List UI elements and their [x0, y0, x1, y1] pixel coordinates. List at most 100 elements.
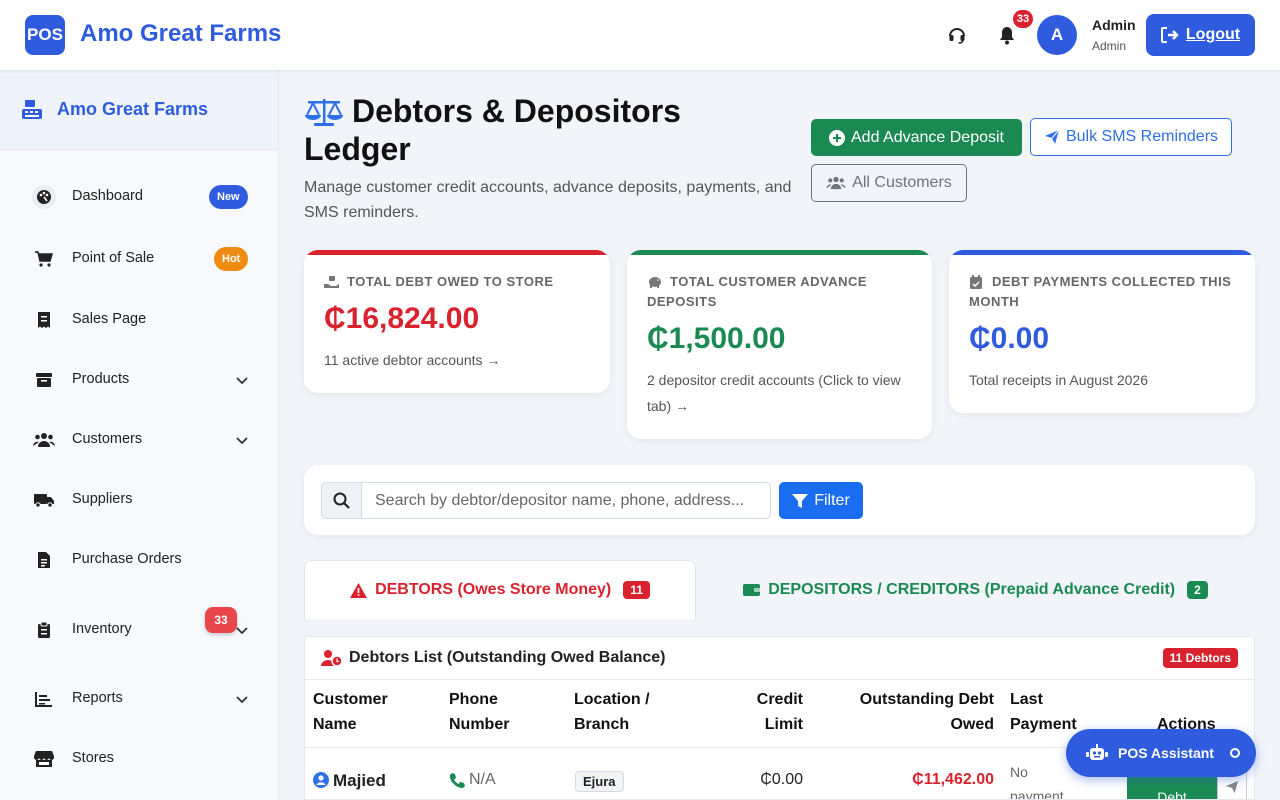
status-dot: [1229, 748, 1240, 758]
tab-debtors-count: 11: [623, 581, 650, 599]
column-header-customer-name[interactable]: Customer Name: [313, 687, 433, 737]
receipt-icon: [32, 308, 56, 332]
stat-value: ₵16,824.00: [324, 302, 480, 335]
column-header-location[interactable]: Location / Branch: [574, 687, 674, 737]
sidebar-item-label: Stores: [72, 750, 114, 766]
notification-badge: 33: [1013, 10, 1033, 28]
logout-button[interactable]: Logout: [1146, 14, 1255, 56]
location-badge: Ejura: [575, 771, 624, 792]
headset-icon[interactable]: [946, 24, 968, 46]
document-icon: [32, 548, 56, 572]
palette-icon: [32, 185, 56, 209]
pos-assistant-button[interactable]: POS Assistant: [1066, 729, 1256, 777]
sidebar-item-label: Suppliers: [72, 491, 133, 507]
column-header-phone-number[interactable]: Phone Number: [449, 687, 549, 737]
debtors-table-header: Debtors List (Outstanding Owed Balance) …: [305, 637, 1254, 680]
page-subtitle: Manage customer credit accounts, advance…: [304, 179, 792, 221]
stat-card-advance-deposits[interactable]: TOTAL CUSTOMER ADVANCE DEPOSITS ₵1,500.0…: [627, 250, 932, 439]
customer-name[interactable]: Majied: [333, 771, 386, 791]
tab-depositors[interactable]: DEPOSITORS / CREDITORS (Prepaid Advance …: [696, 560, 1255, 619]
new-badge: New: [209, 185, 248, 209]
sidebar-header: Amo Great Farms: [0, 70, 278, 150]
sidebar-item-purchase-orders[interactable]: Purchase Orders: [0, 537, 279, 581]
debtors-table-title: Debtors List (Outstanding Owed Balance): [349, 649, 666, 666]
search-icon: [321, 482, 362, 519]
all-customers-label: All Customers: [852, 174, 952, 191]
search-panel: Filter: [304, 465, 1255, 535]
card-accent-bar: [949, 250, 1255, 255]
sidebar-item-dashboard[interactable]: Dashboard New: [0, 174, 279, 218]
sidebar-item-point-of-sale[interactable]: Point of Sale Hot: [0, 236, 279, 280]
sidebar-item-label: Customers: [72, 431, 143, 447]
sidebar-item-customers[interactable]: Customers: [0, 417, 279, 461]
phone-number: N/A: [469, 771, 496, 788]
users-icon: [32, 428, 56, 452]
user-name: Admin: [1092, 17, 1136, 33]
inventory-badge: 33: [205, 607, 237, 633]
logout-label: Logout: [1185, 26, 1241, 43]
card-accent-bar: [627, 250, 932, 255]
chart-icon: [32, 687, 56, 711]
add-advance-deposit-button[interactable]: Add Advance Deposit: [811, 119, 1022, 156]
tab-depositors-count: 2: [1187, 580, 1208, 599]
sidebar-item-label: Point of Sale: [72, 250, 155, 266]
filter-label: Filter: [814, 491, 850, 509]
user-role: Admin: [1092, 39, 1127, 53]
column-header-credit-limit[interactable]: Credit Limit: [725, 687, 803, 737]
pos-logo[interactable]: POS: [25, 15, 65, 55]
sidebar-item-label: Sales Page: [72, 311, 147, 327]
store-icon: [32, 747, 56, 771]
box-icon: [32, 368, 56, 392]
cart-icon: [32, 247, 56, 271]
stat-card-debt-payments[interactable]: DEBT PAYMENTS COLLECTED THIS MONTH ₵0.00…: [949, 250, 1255, 413]
sidebar-item-label: Purchase Orders: [72, 551, 182, 567]
tab-debtors[interactable]: DEBTORS (Owes Store Money) 11: [304, 560, 696, 619]
paper-plane-icon: [1225, 780, 1239, 794]
logout-icon: [1160, 27, 1179, 43]
phone-icon: [449, 772, 465, 793]
column-header-outstanding-debt[interactable]: Outstanding Debt Owed: [835, 687, 994, 737]
clipboard-icon: [32, 618, 56, 642]
tab-debtors-label: DEBTORS (Owes Store Money): [375, 581, 612, 598]
page-title: Debtors & Depositors Ledger: [304, 93, 681, 167]
sidebar-item-reports[interactable]: Reports: [0, 676, 279, 720]
all-customers-button[interactable]: All Customers: [811, 164, 967, 202]
sidebar-item-suppliers[interactable]: Suppliers: [0, 477, 279, 521]
paper-plane-icon: [1044, 129, 1060, 144]
stat-caption: TOTAL DEBT OWED TO STORE: [347, 274, 554, 289]
tab-depositors-label: DEPOSITORS / CREDITORS (Prepaid Advance …: [768, 580, 1176, 598]
user-clock-icon: [321, 649, 343, 672]
stat-caption: DEBT PAYMENTS COLLECTED THIS MONTH: [969, 274, 1232, 309]
sidebar-item-label: Products: [72, 371, 130, 387]
pay-debt-label: Debt: [1157, 789, 1187, 800]
plus-circle-icon: [829, 129, 845, 146]
stat-caption: TOTAL CUSTOMER ADVANCE DEPOSITS: [647, 274, 868, 309]
warning-icon: [350, 582, 368, 598]
bulk-sms-button[interactable]: Bulk SMS Reminders: [1030, 118, 1232, 156]
user-circle-icon: [313, 772, 329, 793]
sidebar-item-label: Reports: [72, 690, 123, 706]
stat-card-total-debt[interactable]: TOTAL DEBT OWED TO STORE ₵16,824.00 11 a…: [304, 250, 610, 393]
pos-assistant-label: POS Assistant: [1118, 745, 1214, 761]
truck-icon: [32, 488, 56, 512]
cash-register-icon: [20, 97, 44, 126]
bulk-sms-label: Bulk SMS Reminders: [1065, 128, 1219, 145]
stat-note: Total receipts in August 2026: [969, 372, 1149, 388]
robot-icon: [1086, 744, 1108, 760]
chevron-down-icon: [235, 623, 249, 641]
add-advance-deposit-label: Add Advance Deposit: [851, 128, 1004, 146]
outstanding-debt: ₵11,462.00: [912, 771, 994, 788]
sidebar-item-stores[interactable]: Stores: [0, 736, 279, 780]
sidebar-item-label: Inventory: [72, 621, 132, 637]
avatar[interactable]: A: [1037, 15, 1077, 55]
filter-button[interactable]: Filter: [779, 482, 863, 519]
bell-icon[interactable]: [996, 24, 1018, 46]
sidebar-item-sales-page[interactable]: Sales Page: [0, 297, 279, 341]
card-accent-bar: [304, 250, 610, 255]
users-icon: [826, 176, 846, 190]
credit-limit: ₵0.00: [760, 771, 803, 788]
brand-name[interactable]: Amo Great Farms: [80, 20, 281, 48]
sidebar-item-products[interactable]: Products: [0, 357, 279, 401]
search-input[interactable]: [361, 482, 771, 519]
sidebar-item-inventory[interactable]: Inventory: [0, 607, 279, 651]
